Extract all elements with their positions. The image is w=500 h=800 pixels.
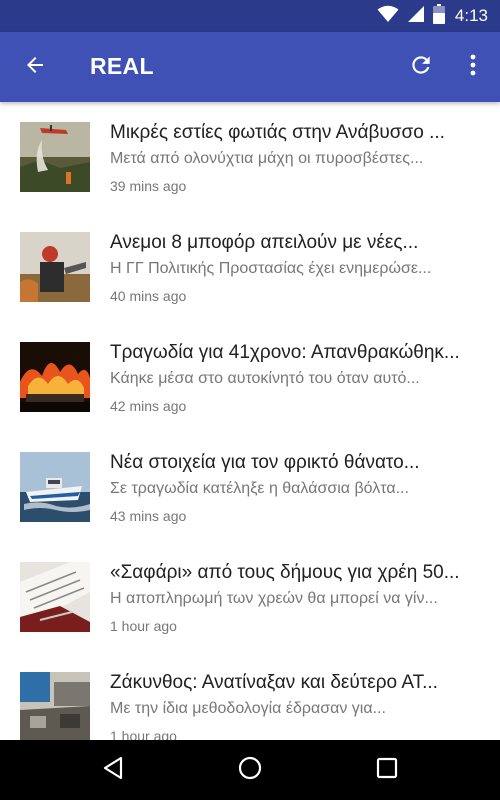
news-item[interactable]: Μικρές εστίες φωτιάς στην Ανάβυσσο ... Μ…	[0, 102, 500, 212]
news-thumbnail	[20, 452, 90, 522]
nav-home-icon	[238, 756, 262, 785]
nav-back-icon	[102, 756, 124, 785]
news-item[interactable]: Τραγωδία για 41χρονο: Απανθρακώθηκ... Κά…	[0, 322, 500, 432]
status-bar: 4:13	[0, 0, 500, 32]
more-options-button[interactable]	[458, 50, 488, 84]
nav-back-button[interactable]	[98, 755, 128, 785]
news-title: Νέα στοιχεία για τον φρικτό θάνατο...	[110, 452, 420, 473]
battery-icon	[432, 3, 445, 29]
signal-icon	[407, 5, 425, 28]
news-time: 40 mins ago	[110, 288, 187, 304]
news-title: Ανεμοι 8 μποφόρ απειλούν με νέες...	[110, 232, 419, 253]
news-time: 43 mins ago	[110, 508, 187, 524]
news-description: Κάηκε μέσα στο αυτοκίνητό του όταν αυτό.…	[110, 370, 420, 387]
news-thumbnail	[20, 342, 90, 412]
news-description: Σε τραγωδία κατέληξε η θαλάσσια βόλτα...	[110, 480, 409, 497]
navigation-bar	[0, 740, 500, 800]
wifi-icon	[377, 5, 399, 28]
arrow-back-icon	[23, 53, 47, 82]
news-title: Τραγωδία για 41χρονο: Απανθρακώθηκ...	[110, 342, 460, 363]
news-thumbnail	[20, 232, 90, 302]
news-time: 1 hour ago	[110, 728, 177, 740]
news-time: 39 mins ago	[110, 178, 187, 194]
news-item[interactable]: Ζάκυνθος: Ανατίναξαν και δεύτερο ΑΤ... Μ…	[0, 652, 500, 740]
status-time: 4:13	[454, 6, 488, 25]
news-thumbnail	[20, 122, 90, 192]
news-description: Με την ίδια μεθοδολογία έδρασαν για...	[110, 700, 386, 717]
status-icons: 4:13	[377, 0, 488, 32]
news-time: 42 mins ago	[110, 398, 187, 414]
more-vert-icon	[469, 53, 477, 82]
news-item[interactable]: «Σαφάρι» από τους δήμους για χρέη 50... …	[0, 542, 500, 652]
back-button[interactable]	[18, 50, 52, 84]
news-description: Η ΓΓ Πολιτικής Προστασίας έχει ενημερώσε…	[110, 260, 432, 277]
news-thumbnail	[20, 672, 90, 740]
news-title: Μικρές εστίες φωτιάς στην Ανάβυσσο ...	[110, 122, 445, 143]
nav-recents-button[interactable]	[372, 755, 402, 785]
refresh-button[interactable]	[404, 50, 438, 84]
app-title: REAL	[90, 53, 154, 79]
news-title: Ζάκυνθος: Ανατίναξαν και δεύτερο ΑΤ...	[110, 672, 438, 693]
news-list[interactable]: Μικρές εστίες φωτιάς στην Ανάβυσσο ... Μ…	[0, 102, 500, 740]
refresh-icon	[408, 52, 434, 83]
news-description: Η αποπληρωμή των χρεών θα μπορεί να γίν.…	[110, 590, 438, 607]
news-item[interactable]: Νέα στοιχεία για τον φρικτό θάνατο... Σε…	[0, 432, 500, 542]
news-description: Μετά από ολονύχτια μάχη οι πυροσβέστες..…	[110, 150, 424, 167]
nav-home-button[interactable]	[235, 755, 265, 785]
nav-recents-icon	[376, 757, 398, 784]
news-thumbnail	[20, 562, 90, 632]
news-time: 1 hour ago	[110, 618, 177, 634]
news-title: «Σαφάρι» από τους δήμους για χρέη 50...	[110, 562, 460, 583]
app-bar: REAL	[0, 32, 500, 102]
news-item[interactable]: Ανεμοι 8 μποφόρ απειλούν με νέες... Η ΓΓ…	[0, 212, 500, 322]
